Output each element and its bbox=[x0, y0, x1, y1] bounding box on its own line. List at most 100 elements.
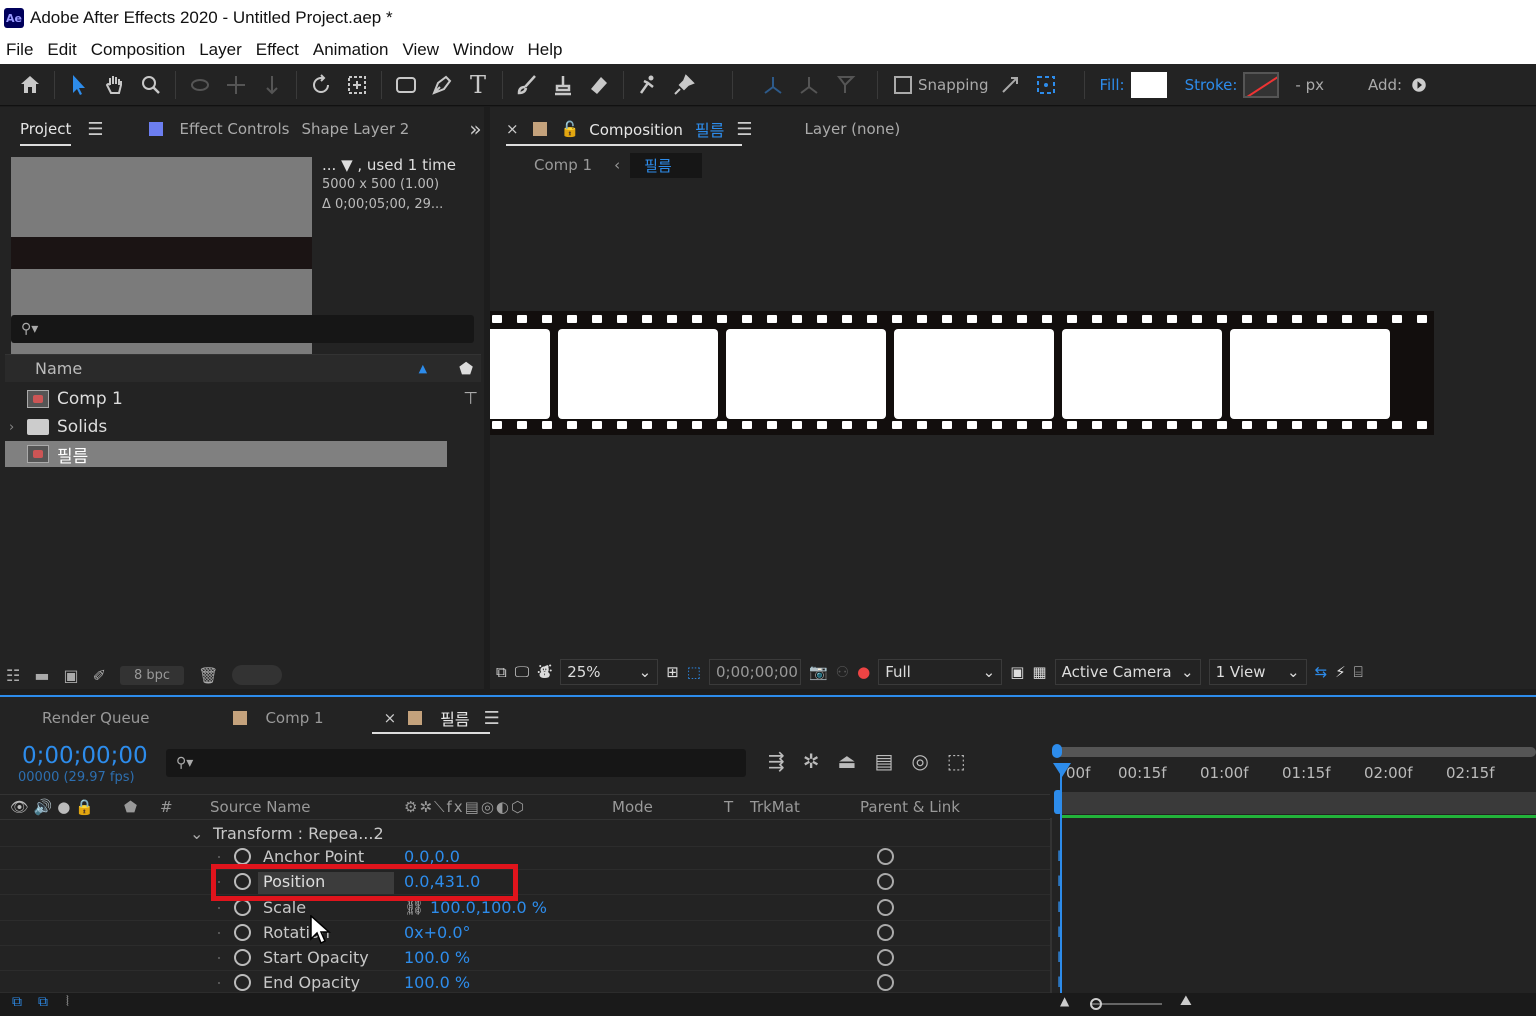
menu-help[interactable]: Help bbox=[521, 40, 570, 60]
panel-overflow-icon[interactable]: » bbox=[469, 117, 481, 141]
roto-brush-tool-icon[interactable] bbox=[634, 71, 662, 99]
project-search-input[interactable]: ⚲▾ bbox=[11, 315, 474, 343]
stroke-label[interactable]: Stroke: bbox=[1185, 76, 1238, 94]
column-name[interactable]: Name bbox=[35, 359, 82, 378]
brush-tool-icon[interactable] bbox=[513, 71, 541, 99]
menu-window[interactable]: Window bbox=[446, 40, 520, 60]
fast-previews-icon[interactable]: ⚡ bbox=[1335, 663, 1346, 681]
dolly-camera-icon[interactable] bbox=[258, 71, 286, 99]
transparency-toggle-icon[interactable]: ▦ bbox=[1032, 663, 1046, 681]
rectangle-tool-icon[interactable] bbox=[392, 71, 420, 99]
time-ruler[interactable]: 00f 00:15f 01:00f 01:15f 02:00f 02:15f bbox=[1052, 742, 1536, 822]
stopwatch-icon[interactable] bbox=[234, 848, 251, 865]
tab-comp-1[interactable]: Comp 1 bbox=[265, 709, 323, 727]
snapping-options-icon[interactable] bbox=[996, 71, 1024, 99]
interpret-footage-icon[interactable]: ☷ bbox=[6, 666, 20, 685]
column-trkmat[interactable]: TrkMat bbox=[750, 798, 800, 816]
draft-3d-icon[interactable]: ✲ bbox=[803, 749, 820, 773]
selection-tool-icon[interactable] bbox=[65, 71, 93, 99]
composition-mini-flowchart-icon[interactable]: ⇶ bbox=[768, 749, 785, 773]
menu-view[interactable]: View bbox=[396, 40, 447, 60]
new-folder-icon[interactable]: ▬ bbox=[34, 666, 49, 685]
current-time[interactable]: 0;00;00;00 bbox=[22, 743, 148, 769]
playhead-handle[interactable] bbox=[1053, 763, 1071, 777]
puppet-pin-tool-icon[interactable] bbox=[670, 71, 698, 99]
bit-depth-button[interactable]: 8 bpc bbox=[120, 665, 185, 685]
timeline-icon[interactable]: ⌸ bbox=[1354, 663, 1363, 681]
transform-group-row[interactable]: ⌄ Transform : Repea...2 bbox=[0, 822, 1050, 847]
new-composition-icon[interactable]: ▣ bbox=[63, 666, 78, 685]
transfer-controls-toggle-icon[interactable]: ⧉ bbox=[38, 994, 48, 1010]
stroke-width-value[interactable]: - px bbox=[1295, 76, 1324, 94]
in-out-toggle-icon[interactable]: ⦚ bbox=[66, 994, 69, 1010]
menu-animation[interactable]: Animation bbox=[306, 40, 396, 60]
tab-composition[interactable]: Composition bbox=[589, 121, 683, 145]
zoom-in-icon[interactable]: ⛰ bbox=[1180, 993, 1192, 1009]
collapse-chevron-icon[interactable]: ⌄ bbox=[190, 824, 203, 843]
rotation-tool-icon[interactable] bbox=[307, 71, 335, 99]
pan-camera-icon[interactable] bbox=[222, 71, 250, 99]
zoom-slider-thumb[interactable] bbox=[1090, 998, 1102, 1010]
panel-menu-icon[interactable]: ☰ bbox=[484, 708, 500, 729]
property-time-marker[interactable]: I bbox=[1057, 874, 1065, 890]
lock-icon[interactable]: 🔓 bbox=[561, 120, 580, 138]
safe-zones-icon[interactable]: ⊞ bbox=[666, 663, 679, 681]
thumbnail-slider[interactable] bbox=[232, 665, 283, 685]
layer-duration-bar[interactable] bbox=[1060, 815, 1536, 818]
stopwatch-icon[interactable] bbox=[234, 899, 251, 916]
stroke-color-swatch[interactable] bbox=[1243, 71, 1280, 98]
work-area-bar[interactable] bbox=[1056, 792, 1536, 814]
show-snapshot-icon[interactable]: ⚇ bbox=[836, 663, 849, 681]
property-row-rotation[interactable]: Rotation 0x+0.0° bbox=[0, 921, 1050, 946]
column-source-name[interactable]: Source Name bbox=[210, 798, 311, 816]
column-parent-link[interactable]: Parent & Link bbox=[860, 798, 960, 816]
tab-render-queue[interactable]: Render Queue bbox=[42, 709, 149, 727]
close-tab-icon[interactable]: × bbox=[384, 709, 397, 727]
menu-file[interactable]: File bbox=[0, 40, 40, 60]
property-time-marker[interactable]: I bbox=[1057, 925, 1065, 941]
view-layout-dropdown[interactable]: 1 View ⌄ bbox=[1208, 659, 1307, 685]
item-usage[interactable]: ... ▼ , used 1 time bbox=[322, 155, 456, 175]
stopwatch-icon[interactable] bbox=[234, 924, 251, 941]
pick-whip-icon[interactable] bbox=[877, 924, 894, 941]
property-value[interactable]: 0x+0.0° bbox=[404, 923, 471, 942]
tab-effect-controls[interactable]: Effect Controls bbox=[179, 120, 289, 138]
snapping-checkbox[interactable] bbox=[894, 75, 912, 94]
zoom-tool-icon[interactable] bbox=[137, 71, 165, 99]
list-item[interactable]: › Solids bbox=[5, 414, 456, 440]
property-value[interactable]: 100.0 % bbox=[404, 973, 470, 992]
tab-project[interactable]: Project bbox=[20, 120, 72, 146]
mask-visibility-icon[interactable]: ⛇ bbox=[537, 661, 552, 683]
snapshot-icon[interactable]: 📷 bbox=[809, 663, 828, 681]
column-t[interactable]: T bbox=[724, 798, 733, 816]
expand-chevron-icon[interactable]: › bbox=[9, 420, 14, 435]
navigator-start-handle[interactable] bbox=[1052, 744, 1062, 758]
snap-features-icon[interactable] bbox=[1032, 71, 1060, 99]
clone-stamp-tool-icon[interactable] bbox=[549, 71, 577, 99]
column-number[interactable]: # bbox=[160, 798, 173, 816]
type-tool-icon[interactable]: T bbox=[464, 71, 492, 99]
panel-menu-icon[interactable]: ☰ bbox=[87, 119, 103, 140]
add-play-icon[interactable] bbox=[1410, 71, 1428, 99]
world-axis-icon[interactable] bbox=[795, 71, 823, 99]
fill-label[interactable]: Fill: bbox=[1099, 76, 1124, 94]
eraser-tool-icon[interactable] bbox=[585, 71, 613, 99]
always-preview-icon[interactable]: ⧉ bbox=[496, 663, 507, 681]
monitor-icon[interactable]: 🖵 bbox=[515, 663, 529, 681]
zoom-out-icon[interactable]: ▲ bbox=[1060, 994, 1069, 1008]
camera-dropdown[interactable]: Active Camera ⌄ bbox=[1054, 659, 1201, 685]
label-column-icon[interactable]: ⬟ bbox=[124, 798, 137, 816]
flowchart-icon[interactable]: ⊤ bbox=[463, 389, 478, 409]
pan-behind-tool-icon[interactable] bbox=[343, 71, 371, 99]
pen-tool-icon[interactable] bbox=[428, 71, 456, 99]
list-item-selected[interactable]: 필름 bbox=[5, 441, 447, 467]
motion-blur-icon[interactable]: ◎ bbox=[911, 749, 928, 773]
timeline-search-input[interactable]: ⚲▾ bbox=[166, 749, 746, 777]
orbit-camera-icon[interactable] bbox=[186, 71, 214, 99]
column-mode[interactable]: Mode bbox=[612, 798, 653, 816]
property-time-marker[interactable]: I bbox=[1057, 849, 1065, 865]
hand-tool-icon[interactable] bbox=[101, 71, 129, 99]
project-settings-icon[interactable]: ✐ bbox=[93, 666, 106, 685]
current-time-display[interactable]: 0;00;00;00 bbox=[708, 659, 801, 685]
graph-editor-icon[interactable]: ⬚ bbox=[947, 749, 966, 773]
